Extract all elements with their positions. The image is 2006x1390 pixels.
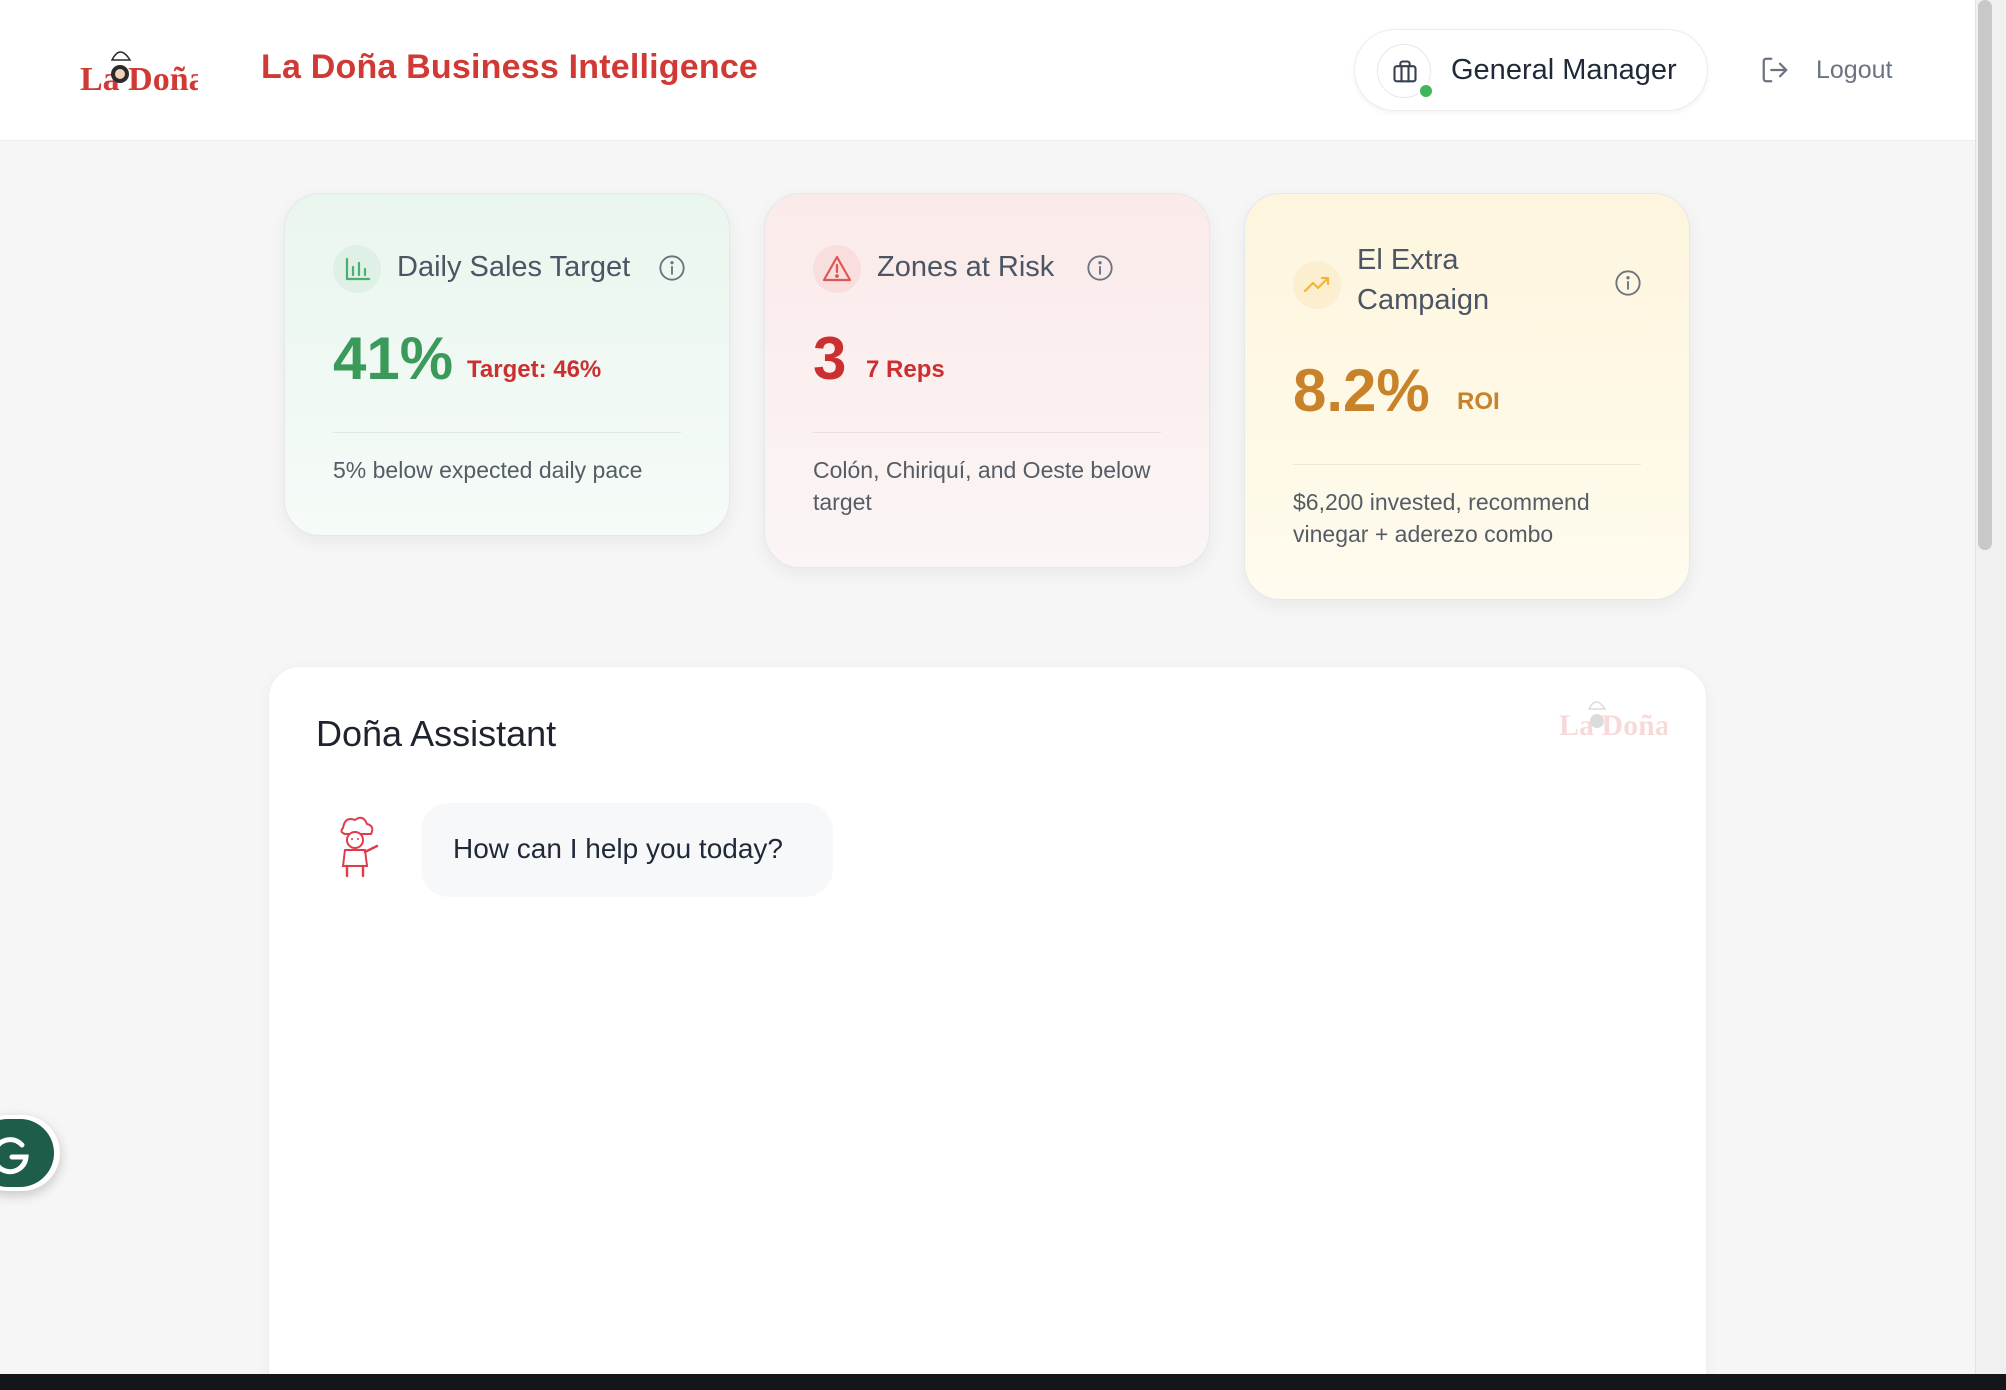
dona-assistant-panel: Doña Assistant La Doña How can I help yo… [268,666,1707,1374]
la-dona-logo[interactable]: La Doña [80,40,198,98]
logout-label: Logout [1816,55,1893,84]
online-status-dot [1418,83,1434,99]
info-icon[interactable] [1086,254,1114,282]
card-sub-value: ROI [1457,388,1500,415]
scrollbar-thumb[interactable] [1978,0,1992,550]
card-title: Daily Sales Target [397,251,631,283]
card-title: Zones at Risk [877,251,1055,283]
card-divider [813,432,1161,433]
bar-chart-icon [333,245,381,293]
chef-avatar-icon [340,816,379,878]
grammarly-button[interactable] [0,1115,60,1191]
app-title: La Doña Business Intelligence [261,48,759,86]
watermark-logo: La Doña [1559,701,1667,742]
trending-up-icon [1293,261,1341,309]
logout-button[interactable]: Logout [1760,48,1892,92]
info-icon[interactable] [1614,269,1642,297]
svg-text:La Doña: La Doña [80,61,198,98]
card-value: 3 [813,325,847,392]
card-sub-value: 7 Reps [866,356,945,383]
role-label: General Manager [1451,54,1677,86]
zones-at-risk-card[interactable]: Zones at Risk 3 7 Reps Colón, Chiriquí, … [764,193,1210,568]
grammarly-g-icon [0,1137,29,1175]
card-description: 5% below expected daily pace [333,457,643,483]
card-value: 8.2% [1293,357,1430,424]
card-sub-value: Target: 46% [467,356,602,383]
card-divider [1293,464,1641,465]
briefcase-icon [1377,44,1434,99]
card-description: $6,200 invested, recommend vinegar + ade… [1293,489,1590,547]
app-viewport: La Doña La Doña Business Intelligence Ge… [0,0,2006,1374]
info-icon[interactable] [658,254,686,282]
daily-sales-target-card[interactable]: Daily Sales Target 41% Target: 46% 5% be… [284,193,730,536]
card-divider [333,432,681,433]
message-text: How can I help you today? [453,833,783,864]
card-description: Colón, Chiriquí, and Oeste below target [813,457,1151,515]
logout-icon [1762,57,1788,83]
warning-triangle-icon [813,245,861,293]
top-header: La Doña La Doña Business Intelligence Ge… [0,0,1975,141]
card-title: El Extra Campaign [1357,244,1490,316]
svg-text:La Doña: La Doña [1559,709,1667,742]
el-extra-campaign-card[interactable]: El Extra Campaign 8.2% ROI $6,200 invest… [1244,193,1690,600]
message-bubble: How can I help you today? [421,803,833,897]
assistant-title: Doña Assistant [316,713,557,754]
card-value: 41% [333,325,454,392]
role-selector[interactable]: General Manager [1354,29,1708,111]
